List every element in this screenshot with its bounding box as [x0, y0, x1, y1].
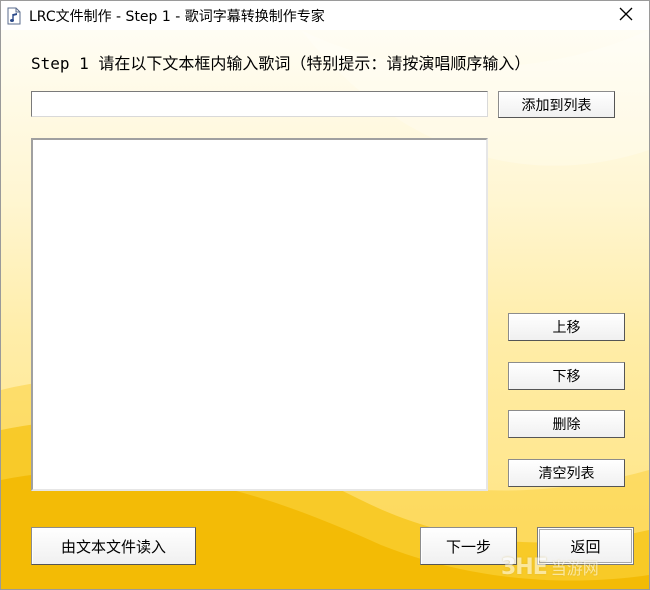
dialog-client-area: Step 1 请在以下文本框内输入歌词（特别提示：请按演唱顺序输入） 添加到列表…: [1, 30, 649, 589]
load-from-text-file-button[interactable]: 由文本文件读入: [31, 527, 196, 565]
title-bar[interactable]: LRC文件制作 - Step 1 - 歌词字幕转换制作专家: [1, 1, 649, 30]
move-up-button[interactable]: 上移: [508, 313, 625, 341]
window-title: LRC文件制作 - Step 1 - 歌词字幕转换制作专家: [29, 9, 325, 25]
delete-button[interactable]: 删除: [508, 410, 625, 438]
add-to-list-button[interactable]: 添加到列表: [498, 91, 615, 118]
watermark-logo: 3HE: [501, 554, 548, 580]
lyric-input[interactable]: [31, 91, 488, 117]
music-file-icon: [7, 7, 21, 25]
close-button[interactable]: [603, 1, 649, 30]
watermark-text: 当游网: [550, 559, 599, 578]
close-icon: [619, 7, 633, 25]
step-prompt: Step 1 请在以下文本框内输入歌词（特别提示：请按演唱顺序输入）: [31, 54, 531, 73]
clear-list-button[interactable]: 清空列表: [508, 459, 625, 487]
lyrics-list[interactable]: [31, 138, 488, 491]
site-watermark: 3HE 当游网: [501, 550, 641, 584]
move-down-button[interactable]: 下移: [508, 362, 625, 390]
lrc-maker-window: LRC文件制作 - Step 1 - 歌词字幕转换制作专家 Step 1 请在以…: [0, 0, 650, 590]
